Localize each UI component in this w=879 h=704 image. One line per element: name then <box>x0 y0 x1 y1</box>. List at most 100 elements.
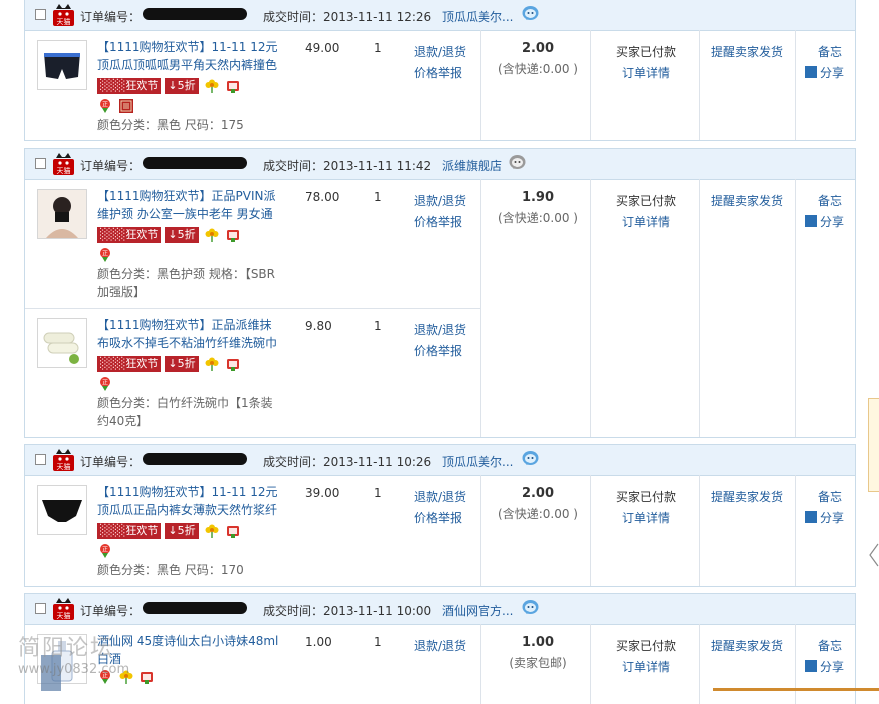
stamp-icon <box>118 98 134 114</box>
tmall-cat-icon <box>52 3 75 27</box>
sku-info: 颜色分类：黑色护颈 规格：【SBR加强版】 <box>97 267 276 299</box>
memo-link[interactable]: 备忘 <box>818 192 842 209</box>
refund-link[interactable]: 退款/退货 <box>414 488 466 505</box>
memo-link[interactable]: 备忘 <box>818 43 842 60</box>
order-select-checkbox[interactable] <box>35 603 46 614</box>
wangwang-chat-icon[interactable] <box>521 449 540 468</box>
share-link[interactable]: 分享 <box>805 213 844 230</box>
share-link[interactable]: 分享 <box>805 658 844 675</box>
order-card: 订单编号： 成交时间：2013-11-11 11:42 派维旗舰店 【1111购… <box>24 148 856 438</box>
refund-link[interactable]: 退款/退货 <box>414 43 466 60</box>
unit-price: 49.00 <box>305 41 340 55</box>
remind-ship-link[interactable]: 提醒卖家发货 <box>701 192 793 209</box>
share-link[interactable]: 分享 <box>805 64 844 81</box>
shipping-note: (卖家包邮) <box>509 656 567 670</box>
price-report-link[interactable]: 价格举报 <box>414 64 462 81</box>
order-detail-link[interactable]: 订单详情 <box>605 213 687 230</box>
shop-link[interactable]: 顶瓜瓜美尔... <box>442 453 513 470</box>
price-report-link[interactable]: 价格举报 <box>414 213 462 230</box>
sale-tag: ░░░狂欢节 <box>97 523 162 539</box>
product-title-link[interactable]: 【1111购物狂欢节】正品PVIN派维护颈 办公室一族中老年 男女通 <box>97 187 279 223</box>
shipping-note: (含快递:0.00 ) <box>498 62 578 76</box>
order-select-checkbox[interactable] <box>35 454 46 465</box>
promo-tags: ░░░狂欢节 ↓5折 <box>97 523 241 541</box>
floating-side-tab[interactable] <box>868 398 879 492</box>
product-thumbnail[interactable] <box>37 40 87 90</box>
memo-link[interactable]: 备忘 <box>818 637 842 654</box>
order-number-label: 订单编号： <box>80 604 141 618</box>
order-header: 订单编号： 成交时间：2013-11-11 11:42 派维旗舰店 <box>25 149 855 180</box>
order-total: 1.90 <box>521 190 555 205</box>
sku-info: 颜色分类：黑色 尺码：175 <box>97 118 244 132</box>
product-thumbnail[interactable] <box>37 189 87 239</box>
product-thumbnail[interactable] <box>37 485 87 535</box>
dish-cloth-image <box>38 319 86 367</box>
promo-tags: ░░░狂欢节 ↓5折 <box>97 78 241 96</box>
order-select-checkbox[interactable] <box>35 9 46 20</box>
shipping-note: (含快递:0.00 ) <box>498 507 578 521</box>
ticket-icon <box>225 523 241 539</box>
deal-time: 成交时间：2013-11-11 11:42 <box>263 159 432 173</box>
share-link[interactable]: 分享 <box>805 509 844 526</box>
wangwang-chat-icon[interactable] <box>521 4 540 23</box>
order-status: 买家已付款 <box>615 45 676 59</box>
order-card: 订单编号： 成交时间：2013-11-11 12:26 顶瓜瓜美尔... 【11… <box>24 0 856 141</box>
order-number-redacted <box>143 157 247 169</box>
refund-link[interactable]: 退款/退货 <box>414 637 466 654</box>
share-arrow-icon <box>805 511 817 523</box>
order-status: 买家已付款 <box>615 490 676 504</box>
flower-icon <box>204 78 220 94</box>
discount-tag: ↓5折 <box>165 523 199 539</box>
tmall-cat-icon <box>52 597 75 621</box>
unit-price: 78.00 <box>305 190 340 204</box>
wangwang-chat-icon[interactable] <box>521 598 540 617</box>
watermark-text: 简阳论坛 <box>18 636 115 661</box>
order-number-label: 订单编号： <box>80 10 141 24</box>
order-detail-link[interactable]: 订单详情 <box>605 64 687 81</box>
order-number-label: 订单编号： <box>80 455 141 469</box>
product-title-link[interactable]: 【1111购物狂欢节】正品派维抹布吸水不掉毛不粘油竹纤维洗碗巾 <box>97 316 279 352</box>
refund-link[interactable]: 退款/退货 <box>414 321 466 338</box>
sale-tag: ░░░狂欢节 <box>97 227 162 243</box>
price-report-link[interactable]: 价格举报 <box>414 509 462 526</box>
order-total: 1.00 <box>521 635 555 650</box>
flower-icon <box>204 523 220 539</box>
unit-price: 1.00 <box>305 635 332 649</box>
deal-time: 成交时间：2013-11-11 10:00 <box>263 604 432 618</box>
price-report-link[interactable]: 价格举报 <box>414 342 462 359</box>
order-number-label: 订单编号： <box>80 159 141 173</box>
remind-ship-link[interactable]: 提醒卖家发货 <box>701 43 793 60</box>
order-number-redacted <box>143 453 247 465</box>
ticket-icon <box>225 356 241 372</box>
unit-price: 39.00 <box>305 486 340 500</box>
product-title-link[interactable]: 【1111购物狂欢节】11-11 12元顶瓜瓜顶呱呱男平角天然内裤撞色 <box>97 38 279 74</box>
order-card: 订单编号： 成交时间：2013-11-11 10:26 顶瓜瓜美尔... 【11… <box>24 444 856 587</box>
remind-ship-link[interactable]: 提醒卖家发货 <box>701 488 793 505</box>
memo-link[interactable]: 备忘 <box>818 488 842 505</box>
shop-link[interactable]: 派维旗舰店 <box>442 157 502 174</box>
remind-ship-link[interactable]: 提醒卖家发货 <box>701 637 793 654</box>
order-total: 2.00 <box>521 41 555 56</box>
promo-tags-2 <box>97 247 113 265</box>
wangwang-offline-icon[interactable] <box>508 153 527 172</box>
product-thumbnail[interactable] <box>37 318 87 368</box>
quantity: 1 <box>374 486 382 500</box>
flower-icon <box>204 356 220 372</box>
zheng-badge-icon <box>97 543 113 559</box>
briefs-image <box>42 500 82 522</box>
zheng-badge-icon <box>97 98 113 114</box>
order-status: 买家已付款 <box>615 194 676 208</box>
refund-link[interactable]: 退款/退货 <box>414 192 466 209</box>
order-number-redacted <box>143 602 247 614</box>
product-title-link[interactable]: 【1111购物狂欢节】11-11 12元顶瓜瓜正品内裤女薄款天然竹浆纤 <box>97 483 279 519</box>
order-select-checkbox[interactable] <box>35 158 46 169</box>
share-arrow-icon <box>805 215 817 227</box>
scroll-up-arrow-icon[interactable] <box>868 542 879 568</box>
quantity: 1 <box>374 319 382 333</box>
order-detail-link[interactable]: 订单详情 <box>605 658 687 675</box>
order-detail-link[interactable]: 订单详情 <box>605 509 687 526</box>
shop-link[interactable]: 酒仙网官方... <box>442 602 513 619</box>
unit-price: 9.80 <box>305 319 332 333</box>
promo-tags-2 <box>97 376 113 394</box>
shop-link[interactable]: 顶瓜瓜美尔... <box>442 8 513 25</box>
